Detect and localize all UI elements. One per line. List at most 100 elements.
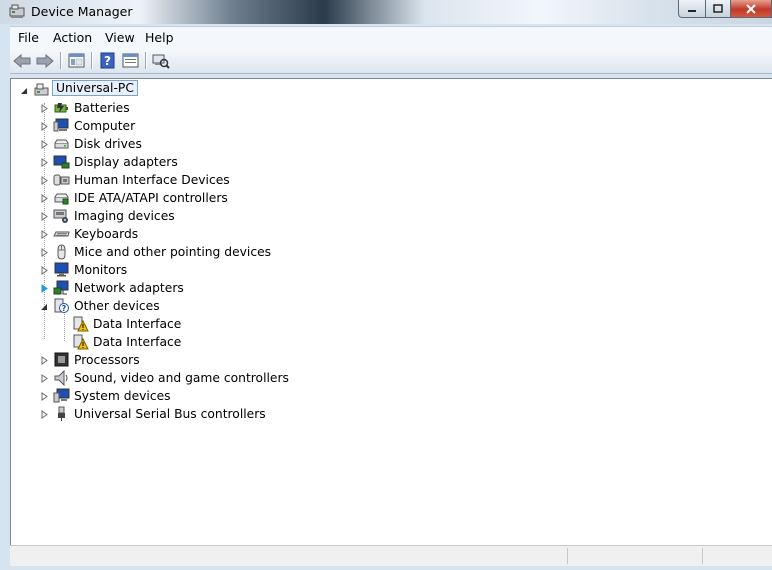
mouse-icon <box>57 244 66 260</box>
tree-item-disk-drives[interactable]: Disk drives <box>11 135 411 153</box>
maximize-icon <box>713 4 723 13</box>
tree-item-label: Imaging devices <box>74 209 175 223</box>
keyboard-icon <box>53 231 70 237</box>
toolbar-separator <box>60 52 62 69</box>
expand-arrow-icon[interactable] <box>40 266 49 275</box>
expand-arrow-icon[interactable] <box>40 140 49 149</box>
tree-item-label: Universal Serial Bus controllers <box>74 407 266 421</box>
scan-hardware-changes-icon <box>152 54 170 69</box>
tree-item-data-interface[interactable]: Data Interface <box>11 333 411 351</box>
ide-controller-icon <box>54 193 69 205</box>
system-device-icon <box>53 388 70 403</box>
tree-item-label: System devices <box>74 389 171 403</box>
window-title: Device Manager <box>31 4 133 19</box>
tree-item-label: Display adapters <box>74 155 178 169</box>
toolbar-separator <box>145 52 147 69</box>
speaker-icon <box>54 370 68 386</box>
back-button[interactable] <box>12 51 32 70</box>
expand-arrow-icon[interactable] <box>40 410 49 419</box>
warning-device-icon <box>73 334 89 350</box>
tree-item-network-adapters[interactable]: Network adapters <box>11 279 411 297</box>
properties-button[interactable] <box>120 51 140 70</box>
tree-item-label: IDE ATA/ATAPI controllers <box>74 191 228 205</box>
back-arrow-icon <box>13 53 31 68</box>
tree-item-label: Processors <box>74 353 140 367</box>
tree-item-processors[interactable]: Processors <box>11 351 411 369</box>
hid-icon <box>53 174 70 186</box>
tree-root[interactable]: Universal-PC <box>11 80 311 99</box>
tree-item-label: Computer <box>74 119 136 133</box>
expand-arrow-icon[interactable] <box>40 248 49 257</box>
tree-root-label: Universal-PC <box>52 80 138 96</box>
tree-item-label: Data Interface <box>93 317 182 331</box>
tree-item-batteries[interactable]: Batteries <box>11 99 411 117</box>
tree-item-data-interface[interactable]: Data Interface <box>11 315 411 333</box>
expand-arrow-icon[interactable] <box>40 176 49 185</box>
help-button[interactable]: ? <box>97 51 117 70</box>
processor-icon <box>54 352 69 367</box>
tree-item-sound-video-and-game-controllers[interactable]: Sound, video and game controllers <box>11 369 411 387</box>
expand-arrow-icon[interactable] <box>40 374 49 383</box>
caption-buttons <box>678 0 772 18</box>
expand-arrow-icon[interactable] <box>40 158 49 167</box>
unknown-device-icon: ? <box>54 298 69 313</box>
tree-item-keyboards[interactable]: Keyboards <box>11 225 411 243</box>
tree-item-universal-serial-bus-controllers[interactable]: Universal Serial Bus controllers <box>11 405 411 423</box>
disk-drive-icon <box>54 139 69 149</box>
tree-item-imaging-devices[interactable]: Imaging devices <box>11 207 411 225</box>
collapse-arrow-icon[interactable] <box>40 302 49 311</box>
menu-help[interactable]: Help <box>145 30 174 45</box>
camera-icon <box>53 209 68 223</box>
close-icon <box>746 3 756 14</box>
tree-item-label: Mice and other pointing devices <box>74 245 272 259</box>
tree-item-human-interface-devices[interactable]: Human Interface Devices <box>11 171 411 189</box>
expand-arrow-icon[interactable] <box>40 284 49 293</box>
forward-button[interactable] <box>35 51 55 70</box>
minimize-button[interactable] <box>678 0 706 18</box>
expand-arrow-icon[interactable] <box>40 392 49 401</box>
warning-device-icon <box>73 316 89 332</box>
status-bar-divider <box>702 548 703 564</box>
menu-file[interactable]: File <box>18 30 39 45</box>
help-icon: ? <box>100 52 114 69</box>
status-bar <box>10 545 772 566</box>
close-button[interactable] <box>731 0 772 18</box>
computer-root-icon <box>34 83 49 96</box>
computer-icon <box>53 118 69 132</box>
tree-item-display-adapters[interactable]: Display adapters <box>11 153 411 171</box>
collapse-arrow-icon[interactable] <box>20 86 29 95</box>
toolbar-separator <box>91 52 93 69</box>
tree-item-label: Other devices <box>74 299 160 313</box>
tree-item-label: Human Interface Devices <box>74 173 230 187</box>
tree-item-monitors[interactable]: Monitors <box>11 261 411 279</box>
expand-arrow-icon[interactable] <box>40 230 49 239</box>
tree-item-system-devices[interactable]: System devices <box>11 387 411 405</box>
tree-item-label: Disk drives <box>74 137 142 151</box>
tree-item-label: Batteries <box>74 101 130 115</box>
tree-item-computer[interactable]: Computer <box>11 117 411 135</box>
expand-arrow-icon[interactable] <box>40 212 49 221</box>
usb-icon <box>58 406 65 421</box>
menu-view[interactable]: View <box>105 30 135 45</box>
expand-arrow-icon[interactable] <box>40 356 49 365</box>
tree-item-label: Keyboards <box>74 227 139 241</box>
minimize-icon <box>688 9 696 12</box>
tree-item-label: Sound, video and game controllers <box>74 371 289 385</box>
network-adapter-icon <box>53 280 69 295</box>
show-hide-console-tree-icon <box>68 53 84 68</box>
tree-item-mice-and-other-pointing-devices[interactable]: Mice and other pointing devices <box>11 243 411 261</box>
expand-arrow-icon[interactable] <box>40 194 49 203</box>
expand-arrow-icon[interactable] <box>40 122 49 131</box>
maximize-button[interactable] <box>706 0 731 18</box>
display-adapter-icon <box>53 155 70 169</box>
expand-arrow-icon[interactable] <box>40 104 49 113</box>
menu-action[interactable]: Action <box>53 30 92 45</box>
show-hide-console-tree-button[interactable] <box>66 51 86 70</box>
device-tree[interactable]: Universal-PC Batteries Computer Disk dri… <box>10 78 772 545</box>
tree-item-other-devices[interactable]: ? Other devices <box>11 297 411 315</box>
menu-bar: File Action View Help <box>10 26 772 48</box>
tree-item-label: Monitors <box>74 263 128 277</box>
tree-item-ide-ata-atapi-controllers[interactable]: IDE ATA/ATAPI controllers <box>11 189 411 207</box>
title-bar[interactable]: Device Manager <box>0 0 772 24</box>
scan-hardware-changes-button[interactable] <box>151 51 171 70</box>
